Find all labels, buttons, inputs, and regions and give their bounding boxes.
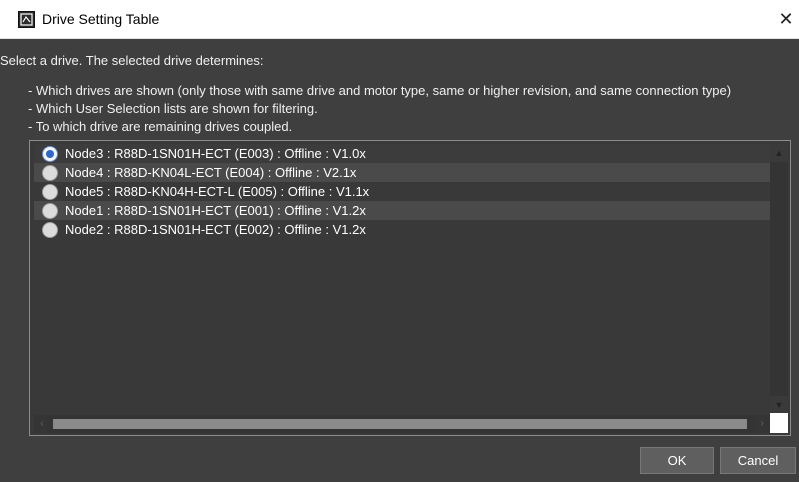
drive-row-node5[interactable]: Node5 : R88D-KN04H-ECT-L (E005) : Offlin… <box>34 182 770 201</box>
instructions-heading: Select a drive. The selected drive deter… <box>0 53 264 68</box>
close-button[interactable]: ✕ <box>773 2 799 36</box>
scrollbar-thumb[interactable] <box>53 419 747 429</box>
drive-list-rows: Node3 : R88D-1SN01H-ECT (E003) : Offline… <box>34 144 770 239</box>
scroll-down-icon[interactable]: ▼ <box>770 396 788 414</box>
drive-label: Node5 : R88D-KN04H-ECT-L (E005) : Offlin… <box>65 184 370 199</box>
radio-button[interactable] <box>42 183 58 200</box>
drive-list[interactable]: Node3 : R88D-1SN01H-ECT (E003) : Offline… <box>29 140 791 436</box>
ok-button[interactable]: OK <box>640 447 714 474</box>
horizontal-scrollbar[interactable]: ‹ › <box>34 415 770 433</box>
window-title: Drive Setting Table <box>42 11 160 27</box>
radio-button[interactable] <box>42 164 58 181</box>
radio-button-selected[interactable] <box>42 145 58 162</box>
instruction-item: - Which User Selection lists are shown f… <box>28 101 318 116</box>
scroll-up-icon[interactable]: ▲ <box>770 144 788 162</box>
drive-label: Node1 : R88D-1SN01H-ECT (E001) : Offline… <box>65 203 366 218</box>
drive-label: Node3 : R88D-1SN01H-ECT (E003) : Offline… <box>65 146 366 161</box>
vertical-scrollbar[interactable]: ▲ ▼ <box>770 144 788 414</box>
drive-label: Node2 : R88D-1SN01H-ECT (E002) : Offline… <box>65 222 366 237</box>
drive-row-node4[interactable]: Node4 : R88D-KN04L-ECT (E004) : Offline … <box>34 163 770 182</box>
cancel-button[interactable]: Cancel <box>720 447 796 474</box>
app-icon <box>18 11 35 28</box>
drive-row-node2[interactable]: Node2 : R88D-1SN01H-ECT (E002) : Offline… <box>34 220 770 239</box>
scrollbar-corner <box>770 413 788 433</box>
drive-row-node3[interactable]: Node3 : R88D-1SN01H-ECT (E003) : Offline… <box>34 144 770 163</box>
title-bar: Drive Setting Table ✕ <box>0 0 799 39</box>
instruction-item: - Which drives are shown (only those wit… <box>28 83 732 98</box>
radio-button[interactable] <box>42 221 58 238</box>
radio-button[interactable] <box>42 202 58 219</box>
drive-row-node1[interactable]: Node1 : R88D-1SN01H-ECT (E001) : Offline… <box>34 201 770 220</box>
instruction-item: - To which drive are remaining drives co… <box>28 119 293 134</box>
scroll-right-icon[interactable]: › <box>754 415 770 433</box>
scroll-left-icon[interactable]: ‹ <box>34 415 50 433</box>
drive-label: Node4 : R88D-KN04L-ECT (E004) : Offline … <box>65 165 357 180</box>
